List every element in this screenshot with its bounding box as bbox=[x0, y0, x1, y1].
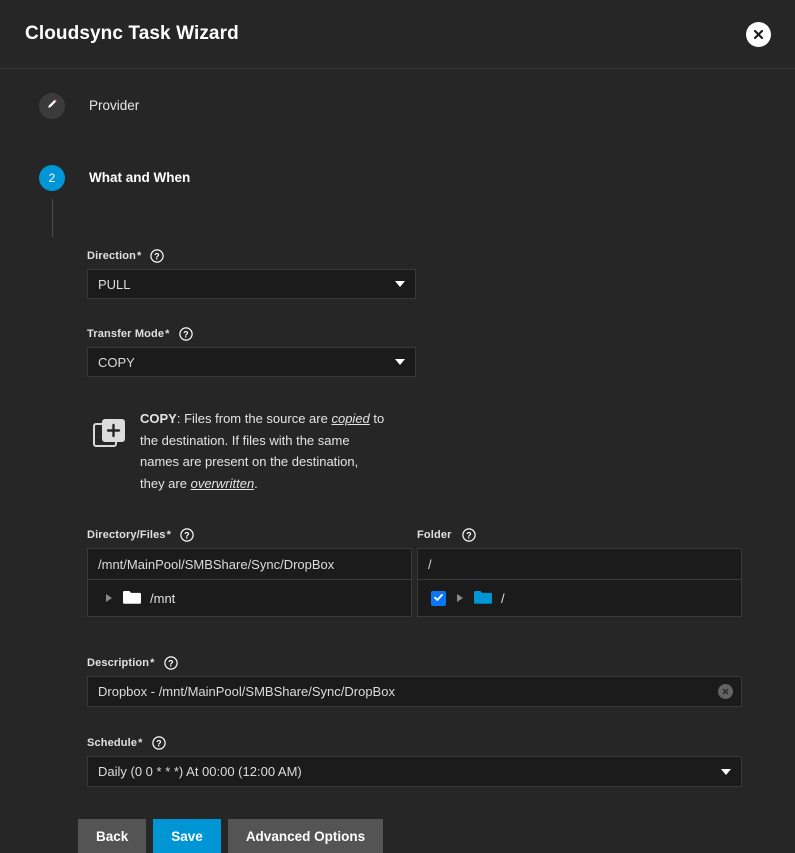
field-label-schedule: Schedule * ? bbox=[87, 736, 795, 750]
description-field[interactable]: Dropbox - /mnt/MainPool/SMBShare/Sync/Dr… bbox=[87, 676, 742, 707]
sidebar-item-label: Provider bbox=[89, 98, 140, 113]
directory-files-input[interactable]: /mnt/MainPool/SMBShare/Sync/DropBox bbox=[88, 549, 411, 580]
help-icon[interactable]: ? bbox=[151, 736, 166, 750]
svg-text:?: ? bbox=[155, 251, 161, 261]
field-directory-files: Directory/Files * ? /mnt/MainPool/SMBShar… bbox=[87, 528, 412, 617]
svg-text:?: ? bbox=[168, 658, 174, 668]
folder-checkbox[interactable] bbox=[431, 590, 446, 606]
page-title: Cloudsync Task Wizard bbox=[25, 23, 239, 44]
schedule-value: Daily (0 0 * * *) At 00:00 (12:00 AM) bbox=[98, 764, 302, 779]
back-button[interactable]: Back bbox=[78, 819, 147, 853]
clear-icon[interactable] bbox=[718, 684, 733, 699]
transfer-mode-select[interactable]: COPY bbox=[87, 347, 416, 377]
transfer-mode-info-text: COPY: Files from the source are copied t… bbox=[140, 411, 385, 491]
transfer-mode-info-mode: COPY bbox=[140, 411, 177, 426]
sidebar-item-label: What and When bbox=[89, 170, 191, 185]
field-label-folder: Folder ? bbox=[417, 528, 742, 542]
field-schedule: Schedule * ? Daily (0 0 * * *) At 00:00 (… bbox=[87, 736, 795, 787]
chevron-down-icon bbox=[721, 768, 731, 775]
directory-files-value: /mnt/MainPool/SMBShare/Sync/DropBox bbox=[98, 556, 335, 572]
chevron-down-icon bbox=[395, 359, 405, 365]
folder-value: / bbox=[428, 556, 432, 572]
svg-text:?: ? bbox=[156, 738, 162, 748]
save-button[interactable]: Save bbox=[153, 819, 221, 853]
folder-icon bbox=[473, 589, 493, 608]
wizard-stepper: Provider 2 What and When bbox=[0, 69, 795, 237]
help-icon[interactable]: ? bbox=[163, 656, 178, 670]
schedule-select[interactable]: Daily (0 0 * * *) At 00:00 (12:00 AM) bbox=[87, 756, 742, 787]
field-direction: Direction * ? PULL bbox=[87, 249, 795, 299]
direction-value: PULL bbox=[98, 276, 131, 292]
field-label-direction: Direction * ? bbox=[87, 249, 795, 263]
field-folder: Folder ? / / bbox=[417, 528, 742, 617]
help-icon[interactable]: ? bbox=[178, 327, 193, 341]
help-icon[interactable]: ? bbox=[150, 249, 165, 263]
tree-panels: Directory/Files * ? /mnt/MainPool/SMBShar… bbox=[87, 528, 795, 617]
close-icon bbox=[752, 28, 765, 41]
stepper-connector bbox=[51, 199, 53, 237]
svg-text:?: ? bbox=[184, 530, 190, 540]
direction-select[interactable]: PULL bbox=[87, 269, 416, 299]
sidebar-item-what-and-when[interactable]: 2 What and When bbox=[0, 163, 795, 192]
transfer-mode-info: COPY: Files from the source are copied t… bbox=[87, 408, 795, 494]
help-icon[interactable]: ? bbox=[461, 528, 476, 542]
wizard-form: Direction * ? PULL Transfer Mode * ? COP… bbox=[0, 249, 795, 853]
svg-text:?: ? bbox=[183, 329, 189, 339]
close-button[interactable] bbox=[746, 21, 771, 47]
tree-node-label: / bbox=[501, 590, 505, 606]
sidebar-item-provider[interactable]: Provider bbox=[0, 91, 795, 120]
step-badge-what-and-when: 2 bbox=[39, 164, 65, 191]
field-description: Description * ? Dropbox - /mnt/MainPool/S… bbox=[87, 656, 795, 707]
wizard-header: Cloudsync Task Wizard bbox=[0, 0, 795, 69]
chevron-right-icon[interactable] bbox=[457, 594, 463, 602]
pencil-icon bbox=[45, 97, 59, 114]
chevron-down-icon bbox=[395, 281, 405, 287]
directory-files-tree: /mnt/MainPool/SMBShare/Sync/DropBox /mnt bbox=[87, 548, 412, 617]
transfer-mode-value: COPY bbox=[98, 354, 135, 370]
field-label-description: Description * ? bbox=[87, 656, 795, 670]
help-icon[interactable]: ? bbox=[180, 528, 194, 542]
check-icon bbox=[433, 591, 444, 606]
field-transfer-mode: Transfer Mode * ? COPY bbox=[87, 327, 795, 377]
folder-tree: / / bbox=[417, 548, 742, 617]
svg-text:?: ? bbox=[466, 530, 472, 540]
field-label-transfer-mode: Transfer Mode * ? bbox=[87, 327, 795, 341]
advanced-options-button[interactable]: Advanced Options bbox=[227, 819, 384, 853]
chevron-right-icon[interactable] bbox=[106, 594, 112, 602]
copy-icon bbox=[93, 408, 135, 453]
folder-icon bbox=[122, 589, 142, 608]
tree-node-mnt[interactable]: /mnt bbox=[98, 589, 175, 608]
step-badge-provider bbox=[39, 92, 65, 119]
folder-input[interactable]: / bbox=[418, 549, 741, 580]
wizard-actions: Back Save Advanced Options bbox=[0, 819, 795, 853]
tree-node-label: /mnt bbox=[150, 590, 176, 606]
description-value: Dropbox - /mnt/MainPool/SMBShare/Sync/Dr… bbox=[98, 684, 395, 699]
tree-node-root[interactable]: / bbox=[428, 589, 505, 608]
field-label-directory-files: Directory/Files * ? bbox=[87, 528, 412, 542]
